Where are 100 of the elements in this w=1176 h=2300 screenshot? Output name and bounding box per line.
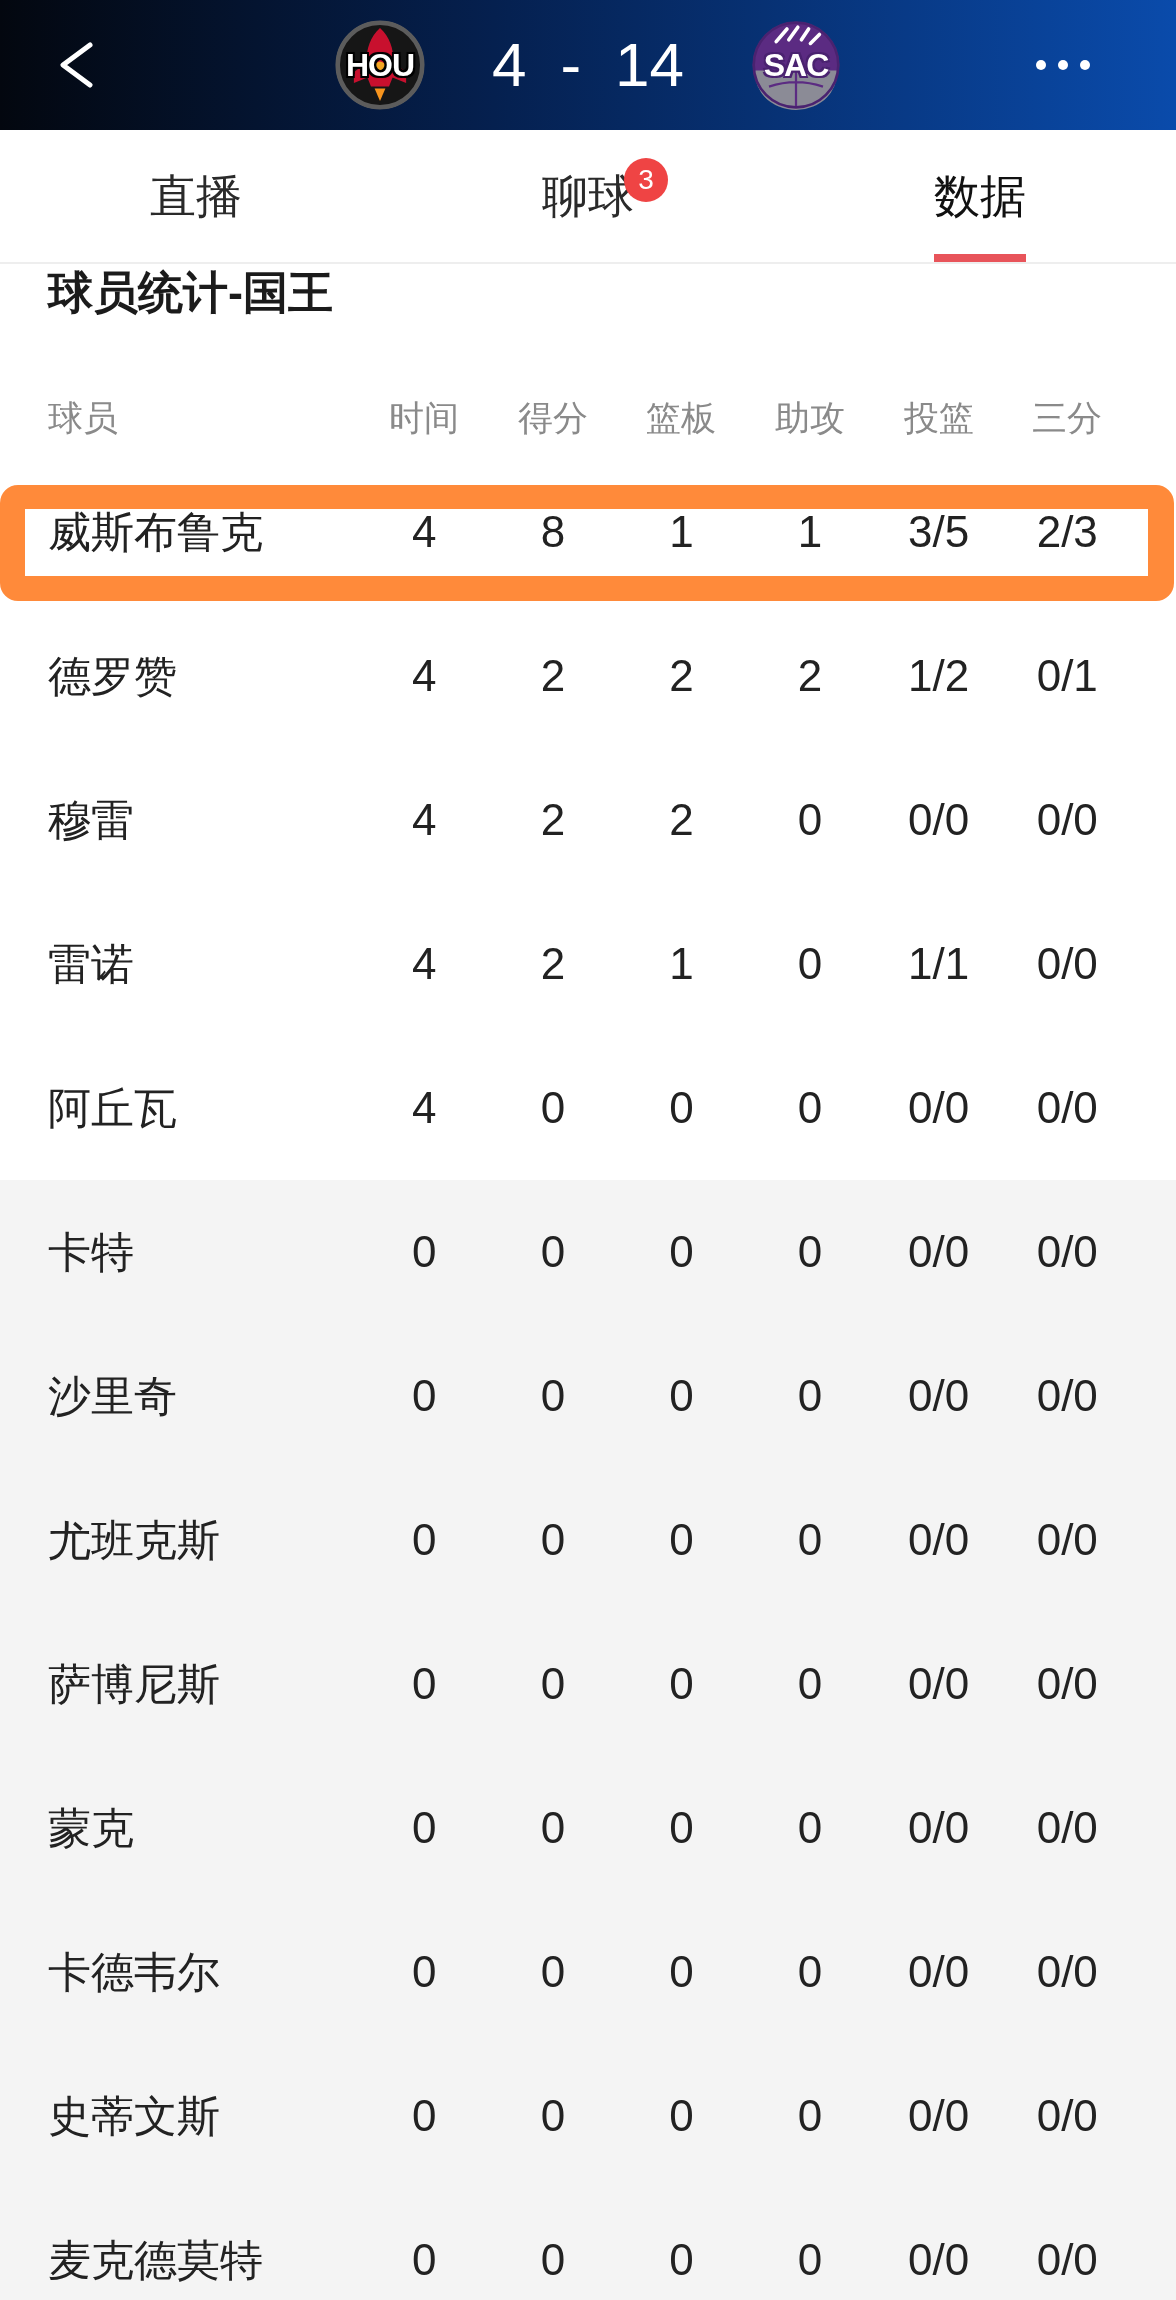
stat-value: 0/1 bbox=[1036, 655, 1098, 697]
stat-value: 4 bbox=[412, 799, 437, 841]
stat-value: 0 bbox=[669, 2095, 694, 2137]
player-name: 雷诺 bbox=[48, 943, 134, 985]
player-name: 德罗赞 bbox=[48, 655, 177, 697]
stat-value: 0 bbox=[797, 1951, 823, 1993]
stat-value: 0/0 bbox=[1036, 1663, 1098, 1705]
stat-value: 0/0 bbox=[1036, 1951, 1098, 1993]
column-header: 球员 bbox=[48, 397, 118, 439]
player-name: 沙里奇 bbox=[48, 1375, 177, 1417]
player-name: 卡德韦尔 bbox=[48, 1951, 220, 1993]
stat-value: 0 bbox=[797, 799, 823, 841]
stat-value: 0 bbox=[412, 1807, 437, 1849]
tab[interactable]: 数据 bbox=[934, 130, 1026, 262]
stat-value: 1/1 bbox=[908, 943, 970, 985]
stat-value: 0 bbox=[412, 1519, 437, 1561]
stat-value: 2 bbox=[797, 655, 823, 697]
stat-value: 0/0 bbox=[908, 1519, 970, 1561]
stat-value: 4 bbox=[412, 511, 437, 553]
player-name: 威斯布鲁克 bbox=[48, 511, 263, 553]
stat-value: 0 bbox=[797, 2095, 823, 2137]
stat-value: 0 bbox=[540, 1087, 566, 1129]
player-name: 麦克德莫特 bbox=[48, 2239, 263, 2281]
stat-value: 4 bbox=[412, 655, 437, 697]
player-name: 萨博尼斯 bbox=[48, 1663, 220, 1705]
away-score: 14 bbox=[615, 32, 685, 98]
tab[interactable]: 直播 bbox=[150, 130, 242, 262]
stat-value: 0/0 bbox=[1036, 799, 1098, 841]
column-header: 三分 bbox=[1032, 397, 1103, 439]
stat-value: 0/0 bbox=[908, 1087, 970, 1129]
stat-value: 0/0 bbox=[1036, 1231, 1098, 1273]
stat-value: 0/0 bbox=[908, 1375, 970, 1417]
score-separator: - bbox=[560, 32, 582, 98]
stat-value: 0/0 bbox=[908, 1231, 970, 1273]
player-name: 卡特 bbox=[48, 1231, 134, 1273]
stat-value: 0 bbox=[540, 1231, 566, 1273]
chevron-left-icon[interactable] bbox=[58, 42, 94, 88]
stat-value: 0 bbox=[540, 2095, 566, 2137]
home-score: 4 bbox=[491, 32, 527, 98]
stat-value: 0 bbox=[669, 1231, 694, 1273]
stat-value: 0 bbox=[669, 1807, 694, 1849]
player-name: 尤班克斯 bbox=[48, 1519, 220, 1561]
stat-value: 1/2 bbox=[908, 655, 970, 697]
stat-value: 8 bbox=[540, 511, 566, 553]
stat-value: 0/0 bbox=[908, 799, 970, 841]
stat-value: 0 bbox=[669, 2239, 694, 2281]
stat-value: 0 bbox=[412, 2095, 437, 2137]
team-logo: SAC bbox=[751, 20, 842, 110]
stat-value: 0 bbox=[797, 943, 823, 985]
stat-value: 0 bbox=[797, 1519, 823, 1561]
stat-value: 0/0 bbox=[1036, 1375, 1098, 1417]
stat-value: 0 bbox=[669, 1951, 694, 1993]
stat-value: 1 bbox=[669, 511, 694, 553]
column-header: 篮板 bbox=[646, 397, 717, 439]
stat-value: 0 bbox=[412, 1231, 437, 1273]
stat-value: 0 bbox=[797, 1231, 823, 1273]
stat-value: 0 bbox=[412, 1951, 437, 1993]
stat-value: 2 bbox=[669, 655, 694, 697]
player-name: 穆雷 bbox=[48, 799, 134, 841]
stat-value: 0 bbox=[412, 1663, 437, 1705]
stat-value: 0 bbox=[412, 1375, 437, 1417]
stat-value: 0 bbox=[797, 1663, 823, 1705]
stat-value: 0/0 bbox=[1036, 943, 1098, 985]
stat-value: 3/5 bbox=[908, 511, 970, 553]
player-name: 蒙克 bbox=[48, 1807, 134, 1849]
column-header: 得分 bbox=[517, 397, 588, 439]
player-name: 史蒂文斯 bbox=[48, 2095, 220, 2137]
stat-value: 0 bbox=[540, 1807, 566, 1849]
stat-value: 0/0 bbox=[908, 1663, 970, 1705]
stat-value: 0 bbox=[540, 1663, 566, 1705]
stat-value: 0/0 bbox=[1036, 1807, 1098, 1849]
stat-value: 0 bbox=[412, 2239, 437, 2281]
stat-value: 0 bbox=[540, 2239, 566, 2281]
stat-value: 0 bbox=[540, 1519, 566, 1561]
stat-value: 0 bbox=[540, 1951, 566, 1993]
stat-value: 2 bbox=[540, 943, 566, 985]
stat-value: 4 bbox=[412, 943, 437, 985]
section-title: 球员统计-国王 bbox=[48, 267, 333, 318]
stat-value: 0/0 bbox=[1036, 2095, 1098, 2137]
stat-value: 2/3 bbox=[1036, 511, 1098, 553]
stat-value: 0 bbox=[669, 1663, 694, 1705]
stat-value: 0/0 bbox=[908, 2095, 970, 2137]
player-name: 阿丘瓦 bbox=[48, 1087, 177, 1129]
stat-value: 0/0 bbox=[1036, 2239, 1098, 2281]
stat-value: 0 bbox=[797, 1087, 823, 1129]
stat-value: 2 bbox=[669, 799, 694, 841]
stat-value: 0/0 bbox=[908, 1807, 970, 1849]
stat-value: 4 bbox=[412, 1087, 437, 1129]
stat-value: 0 bbox=[669, 1087, 694, 1129]
stat-value: 0/0 bbox=[1036, 1087, 1098, 1129]
stat-value: 2 bbox=[540, 799, 566, 841]
stat-value: 0 bbox=[797, 1807, 823, 1849]
column-header: 助攻 bbox=[775, 397, 846, 439]
stat-value: 0/0 bbox=[1036, 1519, 1098, 1561]
more-icon[interactable] bbox=[1035, 59, 1091, 71]
stat-value: 0 bbox=[669, 1519, 694, 1561]
stat-value: 0 bbox=[797, 2239, 823, 2281]
column-header: 时间 bbox=[389, 397, 460, 439]
stat-value: 0 bbox=[540, 1375, 566, 1417]
column-header: 投篮 bbox=[903, 397, 974, 439]
